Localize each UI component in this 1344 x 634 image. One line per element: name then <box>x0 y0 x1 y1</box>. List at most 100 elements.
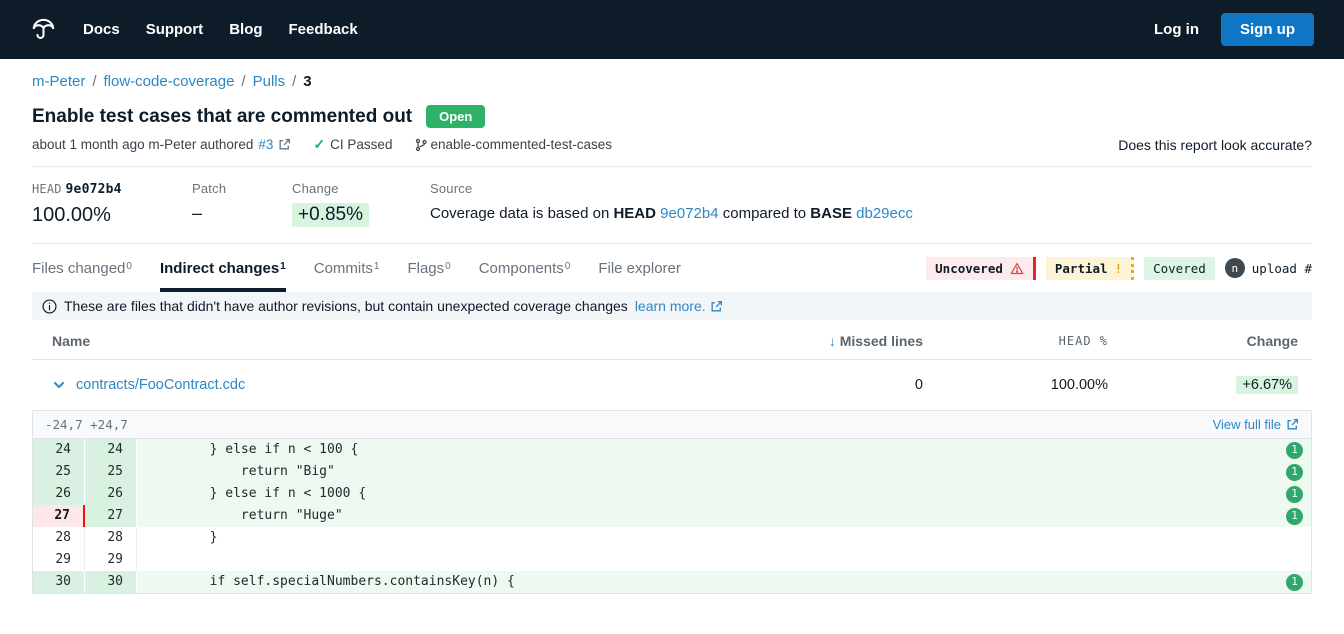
tab-file-explorer[interactable]: File explorer <box>598 244 681 292</box>
ci-check-icon: ✓ <box>313 136 325 153</box>
head-line-number: 29 <box>85 549 137 571</box>
diff-line: 2828 } <box>33 527 1311 549</box>
base-line-number: 29 <box>33 549 85 571</box>
pr-status-badge: Open <box>426 105 485 128</box>
tab-label: Files changed <box>32 260 125 277</box>
diff-line: 2525 return "Big"1 <box>33 461 1311 483</box>
tab-bar: Files changed0Indirect changes1Commits1F… <box>32 244 1312 292</box>
column-header-head-percent[interactable]: HEAD % <box>923 334 1108 348</box>
diff-line: 3030 if self.specialNumbers.containsKey(… <box>33 571 1311 593</box>
diff-panel: -24,7 +24,7 View full file 2424 } else i… <box>32 410 1312 594</box>
tab-files-changed[interactable]: Files changed0 <box>32 244 132 292</box>
head-line-number: 30 <box>85 571 137 593</box>
file-name-link[interactable]: contracts/FooContract.cdc <box>76 377 245 393</box>
base-line-number: 24 <box>33 439 85 461</box>
branch-name: enable-commented-test-cases <box>430 137 612 152</box>
breadcrumb-owner[interactable]: m-Peter <box>32 73 85 90</box>
upload-coverage-badge[interactable]: 1 <box>1286 464 1303 481</box>
column-header-missed-lines[interactable]: ↓ Missed lines <box>733 333 923 349</box>
code-text: } <box>137 527 1311 549</box>
head-commit: 9e072b4 <box>66 182 122 197</box>
head-label: HEAD <box>32 182 62 196</box>
diff-lines: 2424 } else if n < 100 {12525 return "Bi… <box>33 439 1311 593</box>
column-header-change[interactable]: Change <box>1108 333 1298 349</box>
upload-label: upload # <box>1252 261 1312 276</box>
column-header-name[interactable]: Name <box>52 333 733 349</box>
stat-change: Change +0.85% <box>292 181 392 227</box>
head-line-number: 25 <box>85 461 137 483</box>
diff-header: -24,7 +24,7 View full file <box>33 411 1311 439</box>
upload-count-icon: n <box>1225 258 1245 278</box>
tab-components[interactable]: Components0 <box>479 244 571 292</box>
source-head-commit-link[interactable]: 9e072b4 <box>660 205 718 222</box>
tab-count: 0 <box>565 261 571 272</box>
base-line-number: 28 <box>33 527 85 549</box>
code-text: } else if n < 1000 {1 <box>137 483 1311 505</box>
breadcrumb-repo[interactable]: flow-code-coverage <box>104 73 235 90</box>
nav-link-blog[interactable]: Blog <box>229 21 262 38</box>
upload-coverage-badge[interactable]: 1 <box>1286 486 1303 503</box>
base-line-number: 25 <box>33 461 85 483</box>
change-value-cell: +6.67% <box>1236 376 1298 394</box>
coverage-legend: Uncovered Partial ! Covered n upload # <box>926 257 1312 280</box>
base-line-number: 27 <box>33 505 85 527</box>
head-line-number: 26 <box>85 483 137 505</box>
login-link[interactable]: Log in <box>1154 21 1199 38</box>
external-link-icon[interactable] <box>278 138 291 151</box>
codecov-logo[interactable] <box>30 16 57 43</box>
source-base-commit-link[interactable]: db29ecc <box>856 205 913 222</box>
upload-coverage-badge[interactable]: 1 <box>1286 508 1303 525</box>
tab-indirect-changes[interactable]: Indirect changes1 <box>160 244 286 292</box>
tab-count: 1 <box>374 261 380 272</box>
upload-coverage-badge[interactable]: 1 <box>1286 574 1303 591</box>
tab-label: File explorer <box>598 260 681 277</box>
tab-flags[interactable]: Flags0 <box>407 244 450 292</box>
nav-link-support[interactable]: Support <box>146 21 204 38</box>
code-text: if self.specialNumbers.containsKey(n) {1 <box>137 571 1311 593</box>
warning-triangle-icon <box>1010 262 1024 275</box>
tab-commits[interactable]: Commits1 <box>314 244 380 292</box>
pr-number-link[interactable]: #3 <box>258 137 273 152</box>
source-head-label: HEAD <box>613 205 656 222</box>
learn-more-link[interactable]: learn more. <box>635 298 706 314</box>
change-value: +0.85% <box>292 203 369 227</box>
nav-link-feedback[interactable]: Feedback <box>289 21 358 38</box>
code-text <box>137 549 1311 571</box>
source-label: Source <box>430 181 913 196</box>
nav-links: Docs Support Blog Feedback <box>83 21 384 38</box>
top-navbar: Docs Support Blog Feedback Log in Sign u… <box>0 0 1344 59</box>
tab-count: 0 <box>126 261 132 272</box>
pr-title: Enable test cases that are commented out <box>32 106 412 128</box>
legend-upload: n upload # <box>1225 258 1312 278</box>
pr-authored-text: about 1 month ago m-Peter authored <box>32 137 253 152</box>
head-coverage-value: 100.00% <box>32 204 154 227</box>
tab-count: 1 <box>280 261 286 272</box>
sort-descending-icon: ↓ <box>829 333 836 349</box>
upload-coverage-badge[interactable]: 1 <box>1286 442 1303 459</box>
diff-line: 2727 return "Huge"1 <box>33 505 1311 527</box>
table-header: Name ↓ Missed lines HEAD % Change <box>32 320 1312 360</box>
stat-patch: Patch – <box>192 181 254 224</box>
external-link-icon[interactable] <box>1286 418 1299 431</box>
breadcrumb-pulls[interactable]: Pulls <box>253 73 286 90</box>
legend-uncovered: Uncovered <box>926 257 1036 280</box>
banner-text: These are files that didn't have author … <box>64 298 628 314</box>
head-line-number: 28 <box>85 527 137 549</box>
view-full-file-link[interactable]: View full file <box>1213 417 1281 432</box>
legend-partial: Partial ! <box>1046 257 1134 280</box>
chevron-down-icon[interactable] <box>52 378 66 392</box>
report-accuracy-question[interactable]: Does this report look accurate? <box>1118 137 1312 153</box>
info-banner: These are files that didn't have author … <box>32 292 1312 320</box>
tab-label: Flags <box>407 260 444 277</box>
table-row: contracts/FooContract.cdc 0 100.00% +6.6… <box>32 360 1312 409</box>
nav-link-docs[interactable]: Docs <box>83 21 120 38</box>
ci-status-text: CI Passed <box>330 137 392 152</box>
patch-value: – <box>192 203 254 224</box>
external-link-icon[interactable] <box>710 300 723 313</box>
head-line-number: 24 <box>85 439 137 461</box>
partial-bang-icon: ! <box>1115 261 1123 276</box>
diff-line: 2626 } else if n < 1000 {1 <box>33 483 1311 505</box>
tab-bar-tabs: Files changed0Indirect changes1Commits1F… <box>32 244 709 292</box>
signup-button[interactable]: Sign up <box>1221 13 1314 46</box>
stat-source: Source Coverage data is based on HEAD 9e… <box>430 181 913 222</box>
